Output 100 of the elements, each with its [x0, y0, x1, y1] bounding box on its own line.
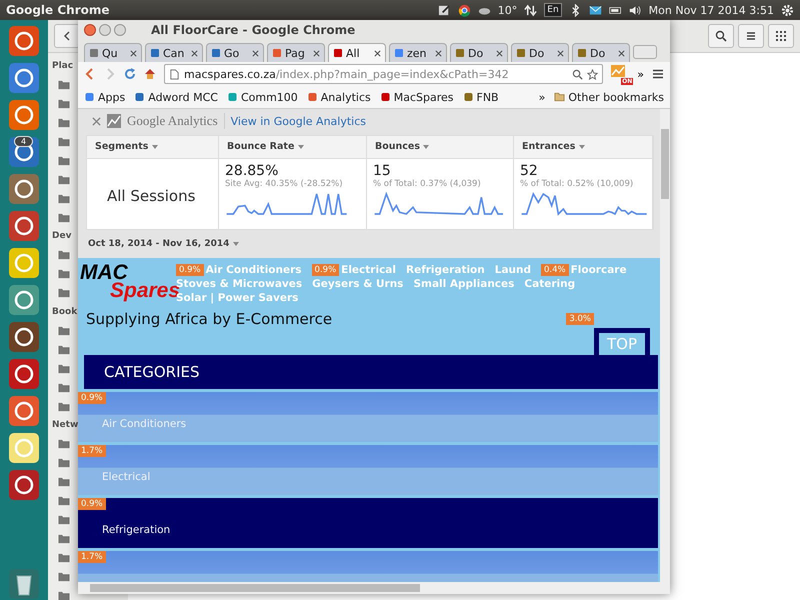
folder-icon[interactable]	[57, 456, 71, 468]
url-text: macspares.co.za/index.php?main_page=index&cPath=342	[184, 68, 509, 80]
column-header[interactable]: Bounce Rate	[219, 136, 367, 158]
browser-tab[interactable]: Pag	[267, 43, 325, 62]
folder-icon[interactable]	[57, 79, 71, 90]
close-tab-icon[interactable]	[191, 50, 198, 56]
close-tab-icon[interactable]	[618, 50, 625, 56]
star-icon[interactable]	[587, 68, 598, 80]
bookmark-favicon-icon	[134, 92, 146, 102]
folder-icon[interactable]	[57, 552, 71, 564]
app-launcher-icon[interactable]	[8, 469, 40, 501]
back-button[interactable]	[54, 24, 80, 48]
horizontal-scrollbar[interactable]	[78, 582, 670, 594]
folder-icon[interactable]	[57, 324, 71, 336]
folder-icon[interactable]	[57, 249, 71, 260]
app-launcher-icon[interactable]	[8, 62, 40, 94]
bookmark-link[interactable]: FNB	[462, 90, 499, 104]
close-icon[interactable]	[92, 116, 101, 126]
browser-tab[interactable]: Go	[206, 43, 264, 62]
more-bookmarks-button[interactable]: »	[538, 90, 546, 104]
close-tab-icon[interactable]	[557, 50, 564, 56]
folder-icon[interactable]	[57, 193, 71, 204]
folder-icon[interactable]	[57, 590, 71, 600]
bookmark-link[interactable]: MacSpares	[380, 90, 454, 104]
folder-icon[interactable]	[57, 532, 71, 544]
close-tab-icon[interactable]	[374, 50, 381, 56]
envelope-icon[interactable]	[588, 4, 602, 16]
folder-icon[interactable]	[57, 155, 71, 166]
list-view-button[interactable]	[738, 24, 764, 48]
temperature-text[interactable]: 10°	[498, 4, 518, 16]
folder-icon[interactable]	[57, 438, 71, 449]
bookmark-link[interactable]: Adword MCC	[134, 90, 218, 104]
more-extensions-button[interactable]: »	[637, 68, 644, 80]
folder-icon[interactable]	[57, 362, 71, 374]
app-launcher-icon[interactable]	[8, 25, 40, 57]
clock-text[interactable]: Mon Nov 17 2014 3:51	[648, 4, 774, 16]
folder-icon[interactable]	[57, 514, 71, 525]
browser-tab[interactable]: Do	[511, 43, 569, 62]
vertical-scrollbar[interactable]	[660, 109, 670, 582]
unread-count-badge: 4	[14, 136, 34, 147]
grid-view-button[interactable]	[768, 24, 794, 48]
view-in-analytics-link[interactable]: View in Google Analytics	[230, 114, 366, 128]
other-bookmarks-folder[interactable]: Other bookmarks	[554, 90, 664, 104]
close-tab-icon[interactable]	[435, 50, 442, 56]
close-tab-icon[interactable]	[313, 50, 320, 56]
app-launcher-icon[interactable]	[8, 358, 40, 390]
folder-icon[interactable]	[57, 174, 71, 186]
folder-icon[interactable]	[57, 268, 71, 280]
folder-icon[interactable]	[57, 287, 71, 299]
app-launcher-icon[interactable]	[8, 284, 40, 316]
metric-value: 28.85%	[225, 163, 280, 179]
browser-tab[interactable]: Do	[450, 43, 508, 62]
search-button[interactable]	[708, 24, 734, 48]
browser-tab[interactable]: All	[328, 43, 386, 62]
bookmark-link[interactable]: Analytics	[306, 90, 371, 104]
close-tab-icon[interactable]	[496, 50, 503, 56]
app-launcher-icon[interactable]	[8, 99, 40, 131]
menu-icon[interactable]	[652, 68, 664, 80]
folder-icon[interactable]	[57, 400, 71, 412]
app-launcher-icon[interactable]	[8, 247, 40, 279]
app-launcher-icon[interactable]	[8, 321, 40, 353]
browser-tab[interactable]: Can	[145, 43, 203, 62]
date-range-selector[interactable]: Oct 18, 2014 - Nov 16, 2014	[88, 239, 239, 249]
app-launcher-icon[interactable]	[8, 395, 40, 427]
folder-icon[interactable]	[57, 117, 71, 128]
app-launcher-icon[interactable]	[8, 173, 40, 205]
browser-tab[interactable]: zen	[389, 43, 447, 62]
browser-tab[interactable]: Do	[572, 43, 630, 62]
close-window-icon[interactable]	[84, 24, 96, 36]
folder-icon[interactable]	[57, 494, 71, 506]
bookmark-link[interactable]: Comm100	[226, 90, 298, 104]
folder-icon[interactable]	[57, 476, 71, 487]
browser-tab[interactable]: Qu	[84, 43, 142, 62]
transfer-arrows-icon[interactable]	[524, 4, 538, 16]
reload-icon[interactable]	[124, 68, 136, 80]
close-tab-icon[interactable]	[130, 50, 137, 56]
app-launcher-icon[interactable]	[8, 210, 40, 242]
column-header[interactable]: Segments	[87, 136, 219, 158]
trash-icon[interactable]	[8, 568, 40, 600]
pencil-note-icon[interactable]	[438, 4, 451, 16]
folder-icon[interactable]	[57, 382, 71, 393]
keyboard-layout-indicator[interactable]: En	[544, 3, 562, 17]
folder-icon[interactable]	[57, 571, 71, 582]
speaker-icon[interactable]	[628, 4, 642, 16]
column-header[interactable]: Bounces	[367, 136, 514, 158]
app-launcher-icon[interactable]	[8, 432, 40, 464]
close-tab-icon[interactable]	[252, 50, 259, 56]
folder-icon[interactable]	[57, 212, 71, 224]
home-icon[interactable]	[144, 68, 156, 80]
category-row[interactable]: 0.9% Refrigeration	[78, 498, 658, 548]
folder-icon[interactable]	[57, 136, 71, 148]
browser-logo-icon[interactable]	[458, 4, 471, 16]
gear-icon[interactable]	[781, 4, 794, 16]
folder-icon[interactable]	[57, 344, 71, 355]
category-label: Refrigeration	[102, 524, 170, 536]
address-bar[interactable]: macspares.co.za/index.php?main_page=index&cPath=342	[164, 64, 604, 84]
column-header[interactable]: Entrances	[514, 136, 653, 158]
bookmark-link[interactable]: Apps	[84, 90, 126, 104]
folder-icon[interactable]	[57, 98, 71, 110]
zoom-icon[interactable]	[572, 68, 584, 80]
